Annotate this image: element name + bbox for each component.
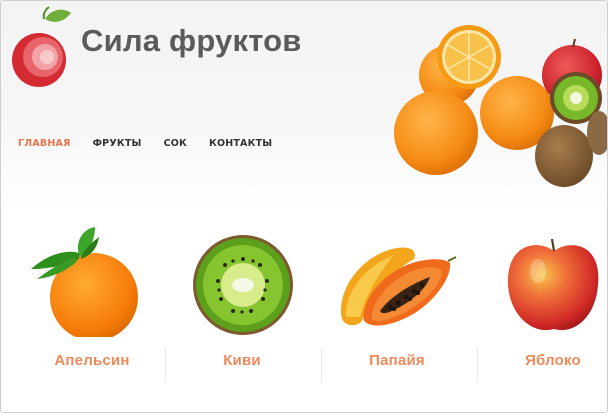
product-label-papaya[interactable]: Папайя	[322, 352, 472, 369]
product-list: Апельсин Киви Папайя Яблоко	[1, 219, 607, 394]
papaya-image	[340, 247, 457, 326]
product-label-apple[interactable]: Яблоко	[478, 352, 607, 369]
site-title: Сила фруктов	[81, 23, 302, 58]
product-card-apple[interactable]: Яблоко	[478, 219, 607, 394]
nav-item-fruits[interactable]: ФРУКТЫ	[93, 138, 142, 149]
product-divider	[165, 349, 166, 383]
nav-item-home[interactable]: ГЛАВНАЯ	[18, 138, 71, 149]
nav-item-contacts[interactable]: КОНТАКТЫ	[209, 138, 272, 149]
nav-item-juice[interactable]: СОК	[164, 138, 187, 149]
product-label-orange[interactable]: Апельсин	[17, 352, 167, 369]
product-card-orange[interactable]: Апельсин	[17, 219, 167, 394]
product-card-kiwi[interactable]: Киви	[167, 219, 317, 394]
product-label-kiwi[interactable]: Киви	[167, 352, 317, 369]
logo-icon[interactable]	[7, 5, 77, 93]
page-frame: Сила фруктов ГЛАВНАЯ ФРУКТЫ СОК КОНТАКТЫ	[0, 0, 608, 413]
kiwi-image	[193, 235, 293, 335]
apple-image	[507, 238, 599, 331]
orange-image	[31, 227, 138, 337]
header: Сила фруктов ГЛАВНАЯ ФРУКТЫ СОК КОНТАКТЫ	[1, 1, 607, 206]
main-nav: ГЛАВНАЯ ФРУКТЫ СОК КОНТАКТЫ	[18, 138, 294, 149]
product-card-papaya[interactable]: Папайя	[322, 219, 472, 394]
hero-fruits-image	[394, 25, 607, 187]
